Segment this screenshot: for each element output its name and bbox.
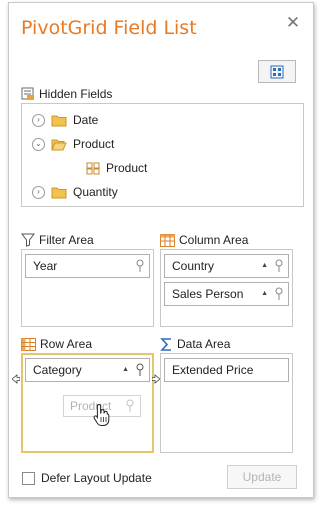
filter-field-year[interactable]: Year [25,254,150,278]
column-area-header: Column Area [160,233,248,247]
tree-item-label: Quantity [73,185,118,199]
column-field-sales-person[interactable]: Sales Person ▲ [164,282,289,306]
update-button[interactable]: Update [227,465,297,489]
sigma-icon [160,337,171,351]
tree-item-label: Product [106,161,148,175]
filter-area-header: Filter Area [21,233,94,247]
field-icon [86,162,100,174]
tree-item-label: Date [73,113,99,127]
field-label: Sales Person [172,287,244,301]
table-columns-icon [160,233,175,247]
tree-item-date[interactable]: › Date [32,113,98,127]
folder-open-icon [51,139,67,150]
field-list-window: PivotGrid Field List ✕ Hidden Fields › D… [8,2,314,498]
hidden-fields-tree[interactable]: › Date ⌄ Product Product › Quantity [21,103,304,207]
column-area-label: Column Area [179,233,249,247]
sort-ascending-icon[interactable]: ▲ [261,290,268,297]
layout-grid-icon [270,65,284,78]
data-area-box[interactable]: Extended Price [160,353,293,453]
filter-pin-icon[interactable] [135,259,145,273]
field-label: Extended Price [172,363,254,377]
tree-item-product-folder[interactable]: ⌄ Product [32,137,114,151]
hidden-fields-label: Hidden Fields [39,87,113,101]
folder-icon [51,115,67,126]
sort-ascending-icon[interactable]: ▲ [122,366,129,373]
tree-item-quantity[interactable]: › Quantity [32,185,118,199]
column-field-country[interactable]: Country ▲ [164,254,289,278]
field-list-icon [21,87,34,100]
drop-indicator-left-icon [12,374,20,384]
filter-area-box[interactable]: Year [21,249,154,327]
layout-button[interactable] [258,60,296,83]
field-label: Year [33,259,58,273]
defer-label: Defer Layout Update [41,471,152,485]
filter-pin-icon[interactable] [274,287,284,301]
field-label: Category [33,363,82,377]
tree-item-product-field[interactable]: Product [86,161,147,175]
hand-cursor-icon [93,403,110,426]
folder-icon [51,187,67,198]
collapse-icon[interactable]: ⌄ [32,137,45,151]
column-area-box[interactable]: Country ▲ Sales Person ▲ [160,249,293,327]
table-rows-icon [21,337,36,351]
defer-checkbox[interactable] [22,471,35,485]
data-field-extended-price[interactable]: Extended Price [164,358,289,382]
row-field-category[interactable]: Category ▲ [25,358,150,382]
close-icon[interactable]: ✕ [285,14,301,31]
row-area-header: Row Area [21,337,92,351]
row-area-label: Row Area [40,337,93,351]
filter-pin-icon [126,399,134,412]
filter-area-label: Filter Area [39,233,94,247]
filter-pin-icon[interactable] [135,363,145,377]
filter-pin-icon[interactable] [274,259,284,273]
funnel-icon [21,233,35,247]
tree-item-label: Product [73,137,115,151]
data-area-header: Data Area [160,337,230,351]
drop-indicator-right-icon [152,374,160,384]
defer-layout-update[interactable]: Defer Layout Update [22,471,152,485]
hidden-fields-header: Hidden Fields [21,87,112,101]
window-title: PivotGrid Field List [21,17,197,39]
data-area-label: Data Area [177,337,231,351]
sort-ascending-icon[interactable]: ▲ [261,262,268,269]
expand-icon[interactable]: › [32,185,45,199]
expand-icon[interactable]: › [32,113,45,127]
field-label: Country [172,259,215,273]
